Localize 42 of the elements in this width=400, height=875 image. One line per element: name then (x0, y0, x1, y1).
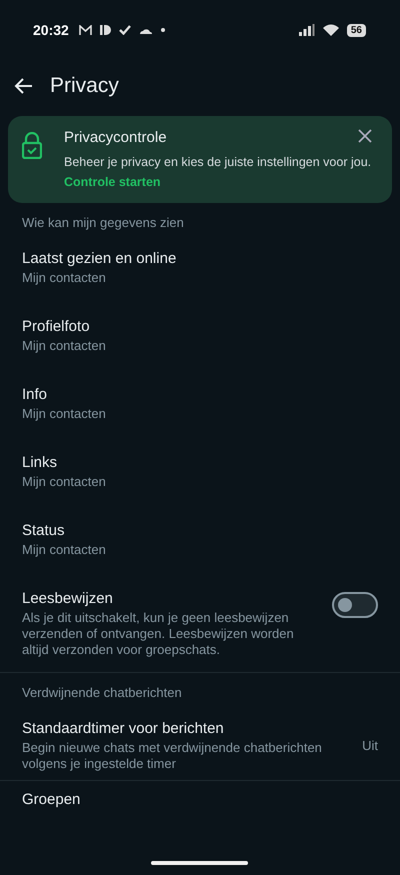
item-title: Groepen (22, 791, 82, 808)
settings-item[interactable]: Info Mijn contacten (0, 376, 400, 444)
toggle-switch[interactable] (332, 592, 378, 618)
item-subtitle: Mijn contacten (22, 406, 107, 422)
item-title: Leesbewijzen (22, 590, 114, 607)
mail-icon (78, 24, 92, 36)
dot-icon (160, 28, 165, 32)
page-title: Privacy (50, 74, 119, 98)
item-value: Uit (362, 738, 378, 753)
section-header: Verdwijnende chatberichten (21, 684, 183, 702)
item-subtitle: Mijn contacten (22, 270, 107, 286)
settings-item[interactable]: Status Mijn contacten (0, 512, 400, 580)
section-header: Wie kan mijn gegevens zien (21, 214, 185, 232)
back-button[interactable] (14, 76, 34, 96)
settings-item[interactable]: Laatst gezien en online Mijn contacten (0, 240, 400, 308)
item-title: Laatst gezien en online (22, 250, 178, 267)
item-subtitle: Mijn contacten (22, 338, 107, 354)
battery-level: 56 (346, 24, 366, 36)
item-subtitle: Mijn contacten (22, 474, 107, 490)
item-title: Profielfoto (22, 318, 91, 335)
signal-icon (298, 24, 315, 36)
settings-item[interactable]: Standaardtimer voor berichten Begin nieuwe chats met verdwijnende chatberichten volgens je ingestelde timer Uit (0, 710, 400, 780)
status-time: 20:32 (33, 22, 69, 38)
wifi-icon (322, 24, 339, 36)
check-icon (118, 25, 131, 35)
app-icon (100, 25, 111, 35)
start-check-link[interactable]: Controle starten (64, 175, 161, 189)
item-subtitle: Begin nieuwe chats met verdwijnende chatberichten volgens je ingestelde timer (22, 740, 323, 772)
banner-title: Privacycontrole (64, 129, 168, 146)
close-button[interactable] (358, 129, 372, 143)
item-title: Status (22, 522, 66, 539)
settings-item[interactable]: Leesbewijzen Als je dit uitschakelt, kun je geen leesbewijzen verzenden of ontvangen. Leesbewijzen worden altijd verzonden voor groepschats. (0, 580, 400, 672)
banner-text: Beheer je privacy en kies de juiste instellingen voor jou. Controle starten (64, 154, 372, 191)
item-title: Info (22, 386, 48, 403)
item-title: Standaardtimer voor berichten (22, 720, 225, 737)
settings-item[interactable]: Links Mijn contacten (0, 444, 400, 512)
settings-item[interactable]: Groepen (0, 781, 400, 849)
item-title: Links (22, 454, 58, 471)
lock-icon (22, 132, 42, 159)
item-subtitle: Mijn contacten (22, 542, 107, 558)
settings-item[interactable]: Profielfoto Mijn contacten (0, 308, 400, 376)
item-subtitle: Als je dit uitschakelt, kun je geen leesbewijzen verzenden of ontvangen. Leesbewijzen worden altijd verzonden voor groepschats. (22, 610, 295, 658)
